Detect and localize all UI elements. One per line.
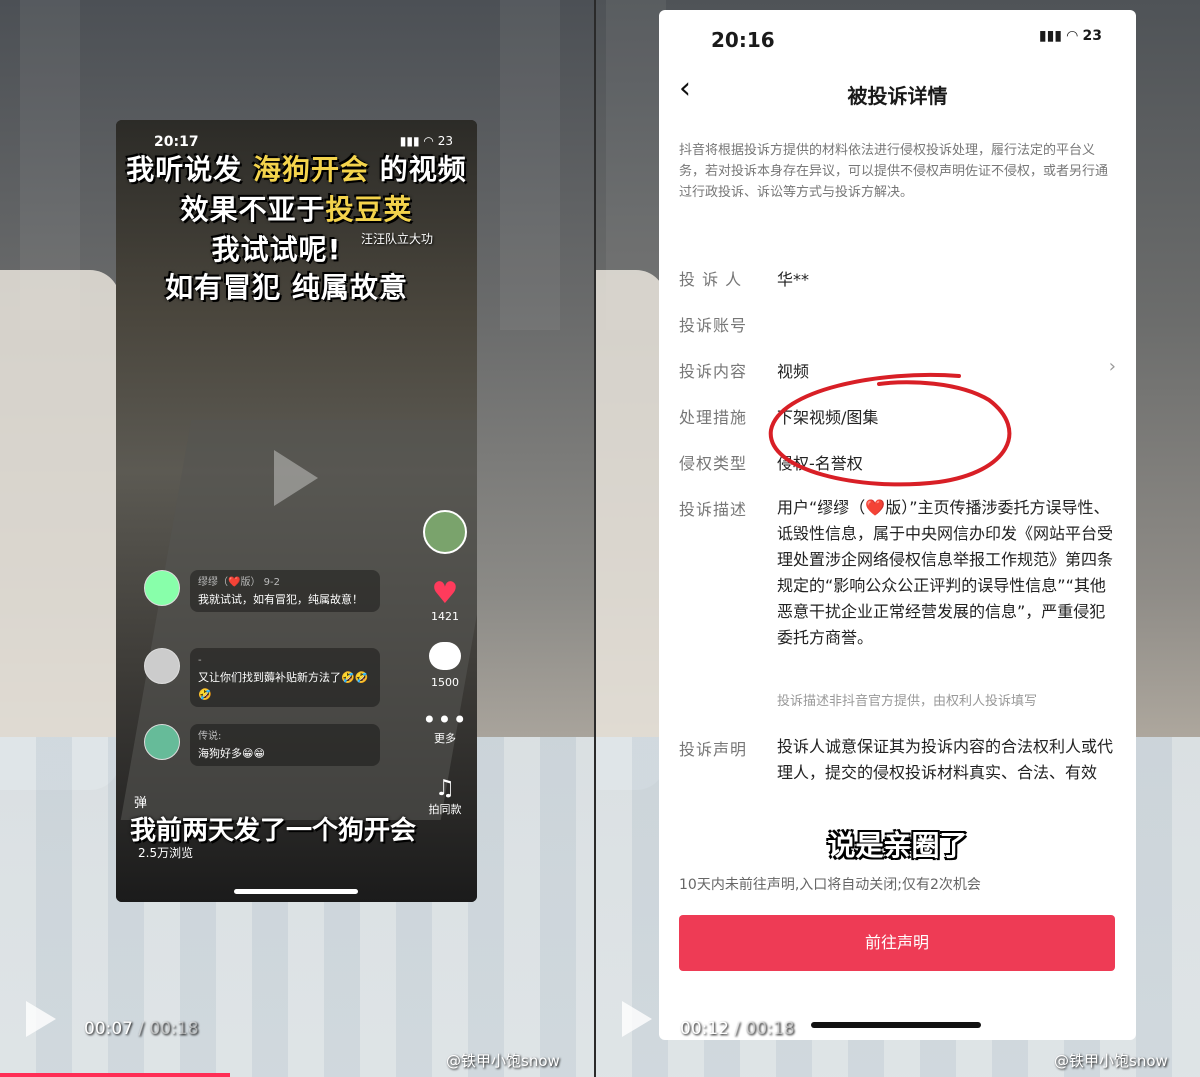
row-label: 侵权类型	[679, 454, 748, 473]
page-title: 被投诉详情	[847, 84, 948, 108]
comment-text: 海狗好多😁😁	[198, 747, 265, 760]
play-icon[interactable]	[622, 1001, 652, 1037]
row-label: 处理措施	[679, 408, 748, 427]
avatar	[144, 724, 180, 760]
music-icon: ♫	[435, 776, 455, 801]
danmu-toggle[interactable]: 弹	[134, 792, 147, 811]
view-count: 2.5万浏览	[138, 846, 194, 860]
phone-screen-left: 20:17 ▮▮▮ ◠ 23 我听说发 海狗开会 的视频 效果不亚于投豆荚 我试…	[116, 120, 477, 902]
home-indicator	[234, 889, 358, 894]
description-note: 投诉描述非抖音官方提供，由权利人投诉填写	[777, 694, 1038, 709]
row-label: 投诉内容	[679, 362, 748, 381]
shoot-label: 拍同款	[428, 803, 462, 816]
play-icon[interactable]	[26, 1001, 56, 1037]
status-battery: ▮▮▮ ◠ 23	[1038, 28, 1102, 44]
watermark: @铁甲小饱snow	[1054, 1052, 1168, 1070]
comment-button[interactable]: 1500	[421, 642, 469, 689]
overlay-line-1: 我听说发 海狗开会 的视频	[126, 153, 467, 186]
row-value: 华**	[777, 270, 810, 289]
player-time: 00:07 / 00:18	[84, 1019, 199, 1039]
comment-icon	[429, 642, 461, 670]
comment-author: 传说:	[198, 731, 222, 742]
progress-bar[interactable]	[0, 1073, 230, 1077]
status-battery: ▮▮▮ ◠ 23	[399, 134, 453, 148]
red-circle-annotation	[768, 372, 1012, 487]
comment-author: 缪缪（❤️版） 9-2	[198, 577, 280, 588]
row-label: 投 诉 人	[679, 270, 743, 289]
chevron-right-icon[interactable]: ›	[1109, 356, 1116, 377]
creator-avatar[interactable]	[421, 510, 469, 554]
comment-author: -	[198, 655, 202, 666]
video-caption: 我前两天发了一个狗开会	[130, 816, 417, 846]
row-label: 投诉声明	[679, 740, 748, 759]
overlay-tag: 汪汪队立大功	[361, 232, 434, 246]
overlay-line-2: 效果不亚于投豆荚	[180, 193, 413, 226]
overlay-line-4: 如有冒犯 纯属故意	[165, 271, 408, 304]
notice-text: 抖音将根据投诉方提供的材料依法进行侵权投诉处理，履行法定的平台义务，若对投诉本身…	[679, 143, 1109, 200]
expire-note: 10天内未前往声明,入口将自动关闭;仅有2次机会	[679, 877, 981, 893]
pillow	[0, 270, 120, 790]
phone-screen-right: 20:16 ▮▮▮ ◠ 23 ‹ 被投诉详情 抖音将根据投诉方提供的材料依法进行…	[659, 10, 1136, 1040]
avatar	[423, 510, 467, 554]
complaint-statement: 投诉人诚意保证其为投诉内容的合法权利人或代理人，提交的侵权投诉材料真实、合法、有…	[777, 737, 1114, 782]
avatar	[144, 570, 180, 606]
complaint-description: 用户“缪缪（❤️版）”主页传播涉委托方误导性、诋毁性信息，属于中央网信办印发《网…	[777, 498, 1114, 647]
comment-count: 1500	[431, 676, 459, 689]
row-label: 投诉账号	[679, 316, 748, 335]
like-count: 1421	[431, 610, 459, 623]
left-video-frame: 20:17 ▮▮▮ ◠ 23 我听说发 海狗开会 的视频 效果不亚于投豆荚 我试…	[0, 0, 594, 1077]
row-label: 投诉描述	[679, 500, 748, 519]
comment-item: 缪缪（❤️版） 9-2 我就试试，如有冒犯，纯属故意！	[130, 570, 380, 612]
comment-item: 传说: 海狗好多😁😁	[130, 724, 380, 766]
heart-icon: ♥	[431, 576, 459, 611]
like-button[interactable]: ♥ 1421	[421, 576, 469, 624]
right-video-frame: 20:16 ▮▮▮ ◠ 23 ‹ 被投诉详情 抖音将根据投诉方提供的材料依法进行…	[596, 0, 1200, 1077]
comment-text: 我就试试，如有冒犯，纯属故意！	[198, 593, 363, 606]
go-declare-button[interactable]: 前往声明	[679, 915, 1115, 971]
player-time: 00:12 / 00:18	[680, 1019, 795, 1039]
comment-text: 又让你们找到薅补贴新方法了🤣🤣🤣	[198, 671, 369, 701]
overlay-caption: 说是亲圈了	[827, 829, 968, 862]
shoot-same-button[interactable]: ♫ 拍同款	[421, 776, 469, 817]
comment-item: - 又让你们找到薅补贴新方法了🤣🤣🤣	[130, 648, 380, 707]
curtain	[500, 0, 560, 330]
more-icon: •••	[422, 706, 468, 734]
avatar	[144, 648, 180, 684]
home-indicator	[811, 1022, 981, 1028]
status-time: 20:16	[711, 28, 775, 52]
pillow	[596, 270, 666, 790]
more-button[interactable]: ••• 更多	[421, 706, 469, 746]
play-overlay-icon[interactable]	[274, 450, 318, 506]
watermark: @铁甲小饱snow	[446, 1052, 560, 1070]
